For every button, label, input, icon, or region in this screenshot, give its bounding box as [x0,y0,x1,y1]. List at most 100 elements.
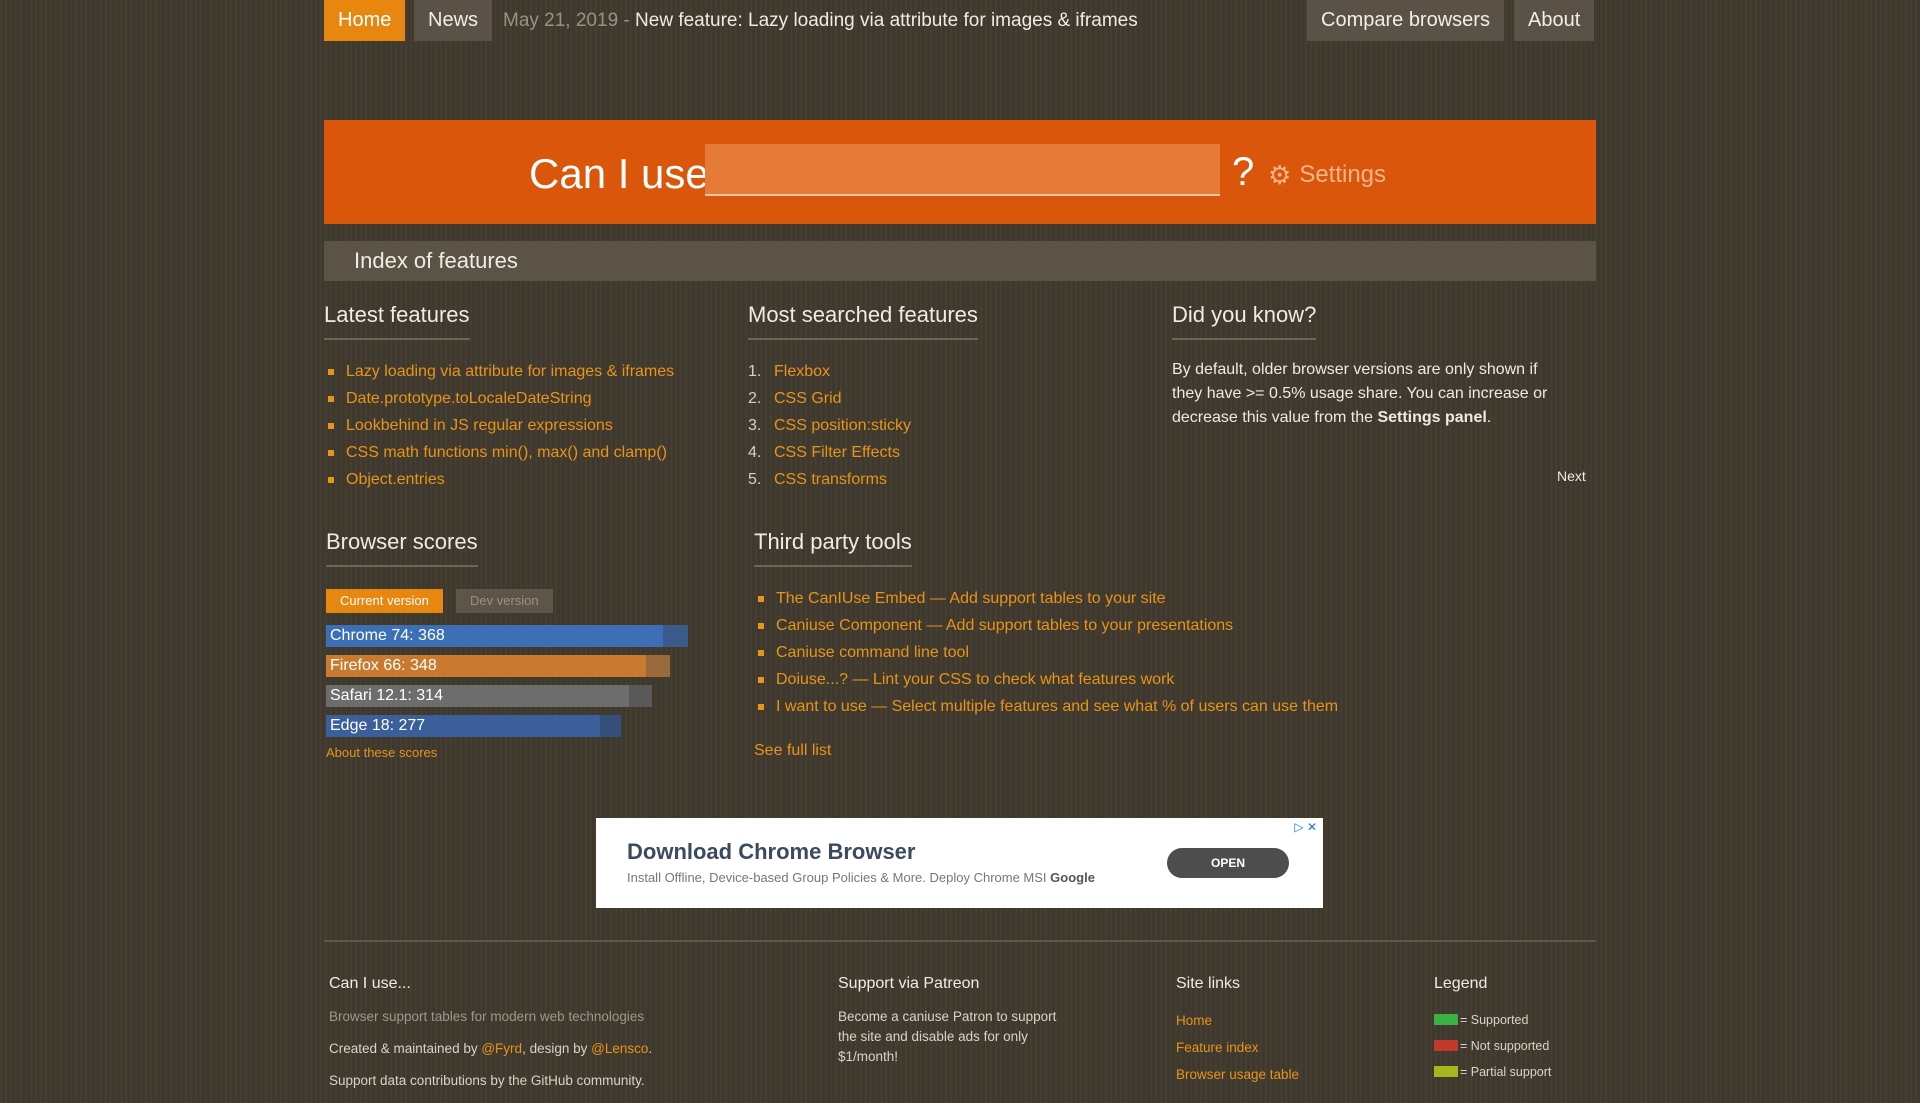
ad-title[interactable]: Download Chrome Browser [627,839,915,865]
legend-label: = Partial support [1460,1065,1552,1079]
legend-label: = Supported [1460,1013,1529,1027]
version-tabs: Current version Dev version [326,589,706,613]
latest-feature-link[interactable]: Date.prototype.toLocaleDateString [346,390,591,407]
most-searched-link[interactable]: CSS Filter Effects [774,444,900,461]
latest-feature-item: Lazy loading via attribute for images & … [324,358,724,385]
did-you-know-title: Did you know? [1172,302,1317,340]
latest-feature-item: Date.prototype.toLocaleDateString [324,385,724,412]
search-input[interactable] [705,144,1220,196]
footer-legend-title: Legend [1434,975,1488,992]
latest-features-list: Lazy loading via attribute for images & … [324,358,724,493]
tab-dev-version[interactable]: Dev version [456,589,553,613]
settings-label: Settings [1299,161,1387,188]
footer-site-links: Site links Home Feature index Browser usag… [1176,975,1376,1088]
rank-number: 5. [748,471,762,488]
third-party-title: Third party tools [754,529,912,567]
settings-panel-link[interactable]: Settings panel [1377,409,1486,426]
footer-caniuse-title: Can I use... [329,975,411,992]
rank-number: 2. [748,390,762,407]
nav-compare-browsers[interactable]: Compare browsers [1307,0,1504,41]
see-full-list-link[interactable]: See full list [754,742,1454,760]
ad-open-button[interactable]: OPEN [1167,848,1289,878]
most-searched-link[interactable]: CSS transforms [774,471,887,488]
legend-item: = Not supported [1434,1033,1594,1059]
top-nav: Home News May 21, 2019 - New feature: La… [324,0,1596,41]
question-mark: ? [1232,150,1255,194]
author-link[interactable]: @Fyrd [481,1041,522,1056]
most-searched-link[interactable]: CSS Grid [774,390,842,407]
third-party-item: Caniuse Component — Add support tables t… [754,612,1454,639]
most-searched: Most searched features 1. Flexbox 2. CSS Gr… [748,302,1148,493]
score-bar: Chrome 74: 368 [326,625,706,647]
footer-site-links-title: Site links [1176,975,1241,992]
footer-divider [324,940,1596,942]
most-searched-link[interactable]: Flexbox [774,363,830,380]
latest-feature-link[interactable]: Lookbehind in JS regular expressions [346,417,613,434]
gear-icon: ⚙ [1268,160,1292,190]
latest-feature-link[interactable]: CSS math functions min(), max() and clam… [346,444,667,461]
latest-feature-link[interactable]: Object.entries [346,471,445,488]
tab-current-version[interactable]: Current version [326,589,443,613]
score-bar: Safari 12.1: 314 [326,685,706,707]
most-searched-item: 1. Flexbox [748,358,1148,385]
ad-subtitle: Install Offline, Device-based Group Poli… [627,870,1095,885]
most-searched-item: 5. CSS transforms [748,466,1148,493]
rank-number: 4. [748,444,762,461]
score-bar-label: Edge 18: 277 [330,717,426,734]
site-links-list: Home Feature index Browser usage table [1176,1007,1376,1088]
score-bars: Chrome 74: 368 Firefox 66: 348 Safari 12.1… [326,625,706,737]
ad-choices-icon[interactable]: ▷ ✕ [1294,820,1317,834]
footer-patreon: Support via Patreon Become a caniuse Pat… [838,975,1078,1079]
most-searched-item: 2. CSS Grid [748,385,1148,412]
nav-news[interactable]: News [414,0,493,41]
site-link[interactable]: Feature index [1176,1034,1376,1061]
settings-button[interactable]: ⚙ Settings [1268,160,1386,191]
most-searched-link[interactable]: CSS position:sticky [774,417,911,434]
legend-item: = Partial support [1434,1059,1594,1085]
rank-number: 1. [748,363,762,380]
site-link[interactable]: Home [1176,1007,1376,1034]
third-party-link[interactable]: Doiuse...? — Lint your CSS to check what… [776,671,1174,688]
third-party-link[interactable]: Caniuse command line tool [776,644,969,661]
rank-number: 3. [748,417,762,434]
score-bar: Firefox 66: 348 [326,655,706,677]
next-tip-button[interactable]: Next [1557,468,1586,484]
designer-link[interactable]: @Lensco [591,1041,648,1056]
ad-banner[interactable]: ▷ ✕ Download Chrome Browser Install Offl… [596,818,1323,908]
third-party-link[interactable]: The CanIUse Embed — Add support tables t… [776,590,1166,607]
did-you-know-text: By default, older browser versions are o… [1172,361,1548,426]
third-party-link[interactable]: Caniuse Component — Add support tables t… [776,617,1233,634]
most-searched-list: 1. Flexbox 2. CSS Grid 3. CSS position:sticky… [748,358,1148,493]
score-bar: Edge 18: 277 [326,715,706,737]
third-party-item: Doiuse...? — Lint your CSS to check what… [754,666,1454,693]
ad-brand: Google [1050,870,1095,885]
latest-feature-item: Lookbehind in JS regular expressions [324,412,724,439]
footer-credits: Created & maintained by @Fyrd, design by… [329,1041,653,1056]
score-bar-label: Firefox 66: 348 [330,657,437,674]
latest-feature-link[interactable]: Lazy loading via attribute for images & … [346,363,674,380]
footer-legend: Legend = Supported = Not supported = Parti… [1434,975,1594,1085]
legend-swatch [1434,1040,1458,1051]
most-searched-item: 4. CSS Filter Effects [748,439,1148,466]
legend-swatch [1434,1014,1458,1025]
search-label: Can I use [529,150,709,197]
index-title: Index of features [354,248,518,273]
nav-home[interactable]: Home [324,0,406,41]
most-searched-item: 3. CSS position:sticky [748,412,1148,439]
footer-patreon-title: Support via Patreon [838,975,980,992]
site-link[interactable]: Browser usage table [1176,1061,1376,1088]
nav-about[interactable]: About [1514,0,1595,41]
legend-item: = Supported [1434,1007,1594,1033]
about-scores-link[interactable]: About these scores [326,745,706,760]
news-headline[interactable]: May 21, 2019 - New feature: Lazy loading… [503,0,1138,41]
third-party-item: I want to use — Select multiple features… [754,693,1454,720]
latest-feature-item: Object.entries [324,466,724,493]
latest-features-title: Latest features [324,302,470,340]
search-banner: Can I use ? ⚙ Settings [324,120,1596,224]
news-text[interactable]: New feature: Lazy loading via attribute … [635,10,1138,31]
most-searched-title: Most searched features [748,302,978,340]
score-bar-label: Chrome 74: 368 [330,627,445,644]
third-party-link[interactable]: I want to use — Select multiple features… [776,698,1338,715]
footer-desc: Browser support tables for modern web te… [329,1009,645,1024]
legend-label: = Not supported [1460,1039,1550,1053]
